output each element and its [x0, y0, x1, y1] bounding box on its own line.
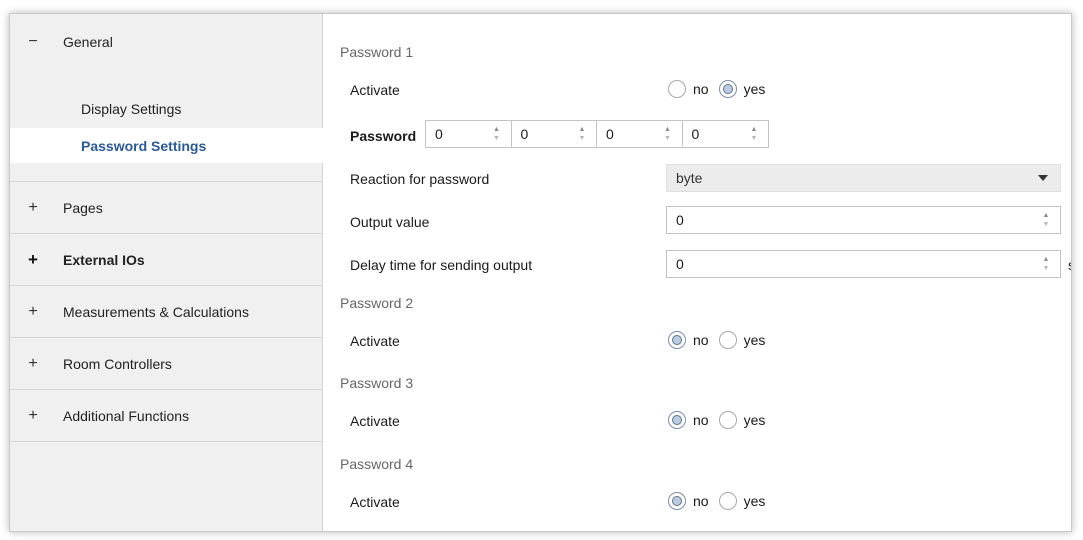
- reaction-label: Reaction for password: [350, 171, 490, 187]
- spin-up-icon: ▲: [1042, 256, 1050, 263]
- spinner[interactable]: ▲ ▼: [1040, 207, 1052, 233]
- radio-no-label: no: [693, 412, 709, 428]
- radio-yes-label: yes: [743, 493, 766, 509]
- delay-time-input[interactable]: 0 ▲ ▼: [666, 250, 1061, 278]
- spin-down-icon: ▼: [1042, 265, 1050, 272]
- nav-item-external-ios[interactable]: + External IOs: [10, 234, 323, 286]
- section-title-password-3: Password 3: [340, 375, 414, 391]
- sidebar-item-display-settings[interactable]: Display Settings: [10, 91, 323, 126]
- expand-icon[interactable]: +: [23, 250, 43, 270]
- spin-down-icon: ▼: [664, 135, 671, 142]
- nav-item-pages[interactable]: + Pages: [10, 182, 323, 234]
- expand-icon[interactable]: +: [23, 355, 43, 373]
- radio-yes[interactable]: [718, 80, 737, 98]
- section-title-password-2: Password 2: [340, 295, 414, 311]
- activate-radio-group-2: no yes: [668, 331, 775, 349]
- radio-no-label: no: [693, 332, 709, 348]
- radio-no[interactable]: [668, 80, 686, 98]
- spinner[interactable]: ▲ ▼: [662, 120, 674, 148]
- nav-item-label: General: [63, 34, 113, 50]
- activate-radio-group-3: no yes: [668, 411, 775, 429]
- nav-item-additional-functions[interactable]: + Additional Functions: [10, 390, 323, 442]
- nav-item-label: Room Controllers: [63, 355, 172, 372]
- nav-item-label: External IOs: [63, 251, 145, 268]
- delay-unit: s: [1068, 257, 1071, 273]
- spin-up-icon: ▲: [578, 126, 586, 133]
- radio-no[interactable]: [668, 331, 686, 349]
- nav-item-label: Additional Functions: [63, 407, 190, 424]
- radio-no-label: no: [693, 81, 709, 97]
- collapse-icon[interactable]: −: [23, 33, 43, 51]
- activate-label: Activate: [350, 413, 400, 429]
- spinner[interactable]: ▲ ▼: [1040, 251, 1052, 277]
- section-title-password-4: Password 4: [340, 456, 414, 472]
- section-title-password-1: Password 1: [340, 44, 414, 60]
- password-digit-2[interactable]: 0 ▲ ▼: [512, 120, 597, 148]
- spinner[interactable]: ▲ ▼: [491, 120, 503, 148]
- reaction-select[interactable]: byte: [666, 164, 1061, 192]
- output-value-input[interactable]: 0 ▲ ▼: [666, 206, 1061, 234]
- expand-icon[interactable]: +: [23, 407, 43, 425]
- sidebar-item-password-settings[interactable]: Password Settings: [10, 128, 324, 163]
- settings-panel: Password 1 Activate no yes Password 0 ▲ ▼…: [324, 14, 1071, 531]
- activate-label: Activate: [350, 82, 400, 98]
- radio-yes-label: yes: [743, 412, 766, 428]
- sidebar: − General Display Settings Password Sett…: [10, 14, 324, 531]
- password-digit-4[interactable]: 0 ▲ ▼: [683, 120, 769, 148]
- radio-yes[interactable]: [718, 331, 737, 349]
- spin-up-icon: ▲: [664, 126, 671, 133]
- activate-radio-group-4: no yes: [668, 492, 775, 510]
- spin-down-icon: ▼: [1042, 221, 1050, 228]
- radio-no[interactable]: [668, 411, 686, 429]
- expand-icon[interactable]: +: [23, 199, 43, 217]
- activate-radio-group-1: no yes: [668, 80, 775, 98]
- password-label: Password: [350, 128, 417, 144]
- password-digits: 0 ▲ ▼ 0 ▲ ▼ 0 ▲ ▼ 0 ▲ ▼: [425, 120, 769, 148]
- spin-down-icon: ▼: [578, 135, 586, 142]
- nav-item-room-controllers[interactable]: + Room Controllers: [10, 338, 323, 390]
- window: − General Display Settings Password Sett…: [9, 13, 1072, 532]
- nav-item-general[interactable]: − General: [10, 14, 323, 70]
- radio-yes[interactable]: [718, 492, 737, 510]
- password-digit-3[interactable]: 0 ▲ ▼: [597, 120, 683, 148]
- nav-item-label: Pages: [63, 199, 103, 216]
- spin-up-icon: ▲: [493, 126, 500, 133]
- delay-time-label: Delay time for sending output: [350, 257, 533, 273]
- expand-icon[interactable]: +: [23, 303, 43, 321]
- password-digit-1[interactable]: 0 ▲ ▼: [426, 120, 512, 148]
- spin-down-icon: ▼: [750, 135, 758, 142]
- caret-down-icon: [1038, 175, 1048, 181]
- output-value-label: Output value: [350, 214, 430, 230]
- nav-item-measurements-calculations[interactable]: + Measurements & Calculations: [10, 286, 323, 338]
- spinner[interactable]: ▲ ▼: [576, 120, 588, 148]
- spinner[interactable]: ▲ ▼: [748, 120, 760, 148]
- radio-yes[interactable]: [718, 411, 737, 429]
- sidebar-item-label: Password Settings: [81, 137, 207, 154]
- activate-label: Activate: [350, 494, 400, 510]
- radio-no[interactable]: [668, 492, 686, 510]
- nav-item-label: Measurements & Calculations: [63, 303, 249, 320]
- spin-up-icon: ▲: [1042, 212, 1050, 219]
- spin-up-icon: ▲: [750, 126, 758, 133]
- radio-yes-label: yes: [743, 81, 766, 97]
- spin-down-icon: ▼: [493, 135, 500, 142]
- sidebar-item-label: Display Settings: [81, 100, 182, 117]
- radio-yes-label: yes: [743, 332, 766, 348]
- radio-no-label: no: [693, 493, 709, 509]
- activate-label: Activate: [350, 333, 400, 349]
